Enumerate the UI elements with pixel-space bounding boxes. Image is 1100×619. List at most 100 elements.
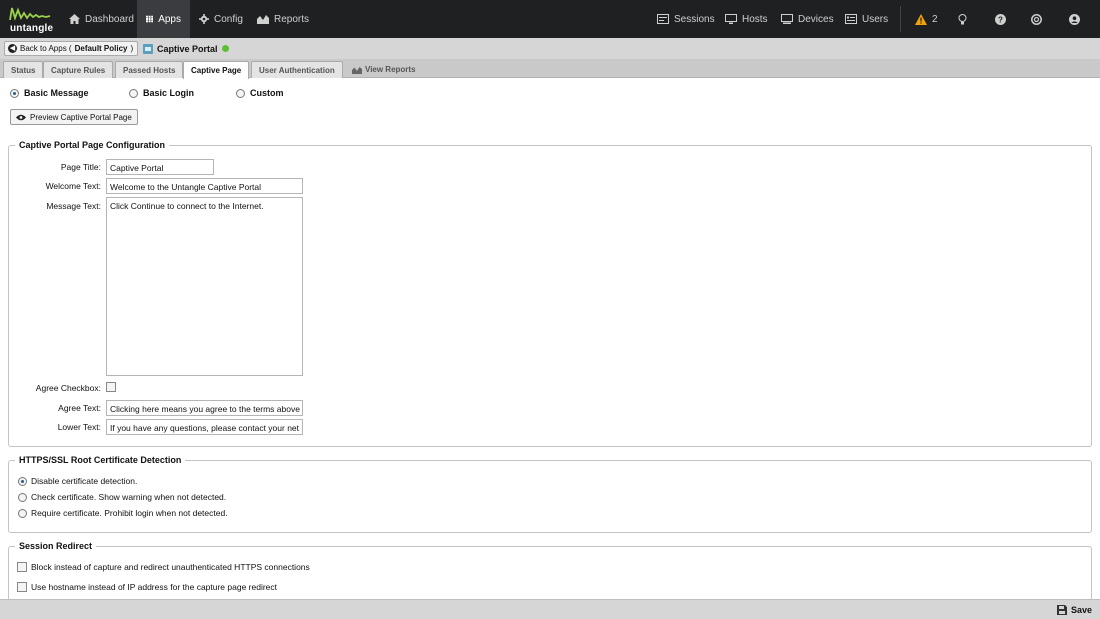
https-option-check[interactable]: Check certificate. Show warning when not… (18, 492, 226, 502)
captive-portal-app-icon (143, 43, 153, 54)
https-option-disable-radio[interactable] (18, 476, 27, 486)
redirect-block-label: Block instead of capture and redirect un… (31, 562, 310, 572)
tab-user-authentication[interactable]: User Authentication (251, 61, 343, 78)
area-chart-icon (257, 15, 269, 24)
tab-view-reports[interactable]: View Reports (345, 61, 423, 78)
nav-devices[interactable]: Devices (772, 0, 843, 38)
agree-text-label: Agree Text: (58, 403, 101, 413)
tab-captive-page-label: Captive Page (191, 66, 242, 75)
nav-sessions[interactable]: Sessions (648, 0, 724, 38)
message-text-label: Message Text: (46, 201, 101, 211)
https-detection-section: HTTPS/SSL Root Certificate Detection Dis… (8, 455, 1092, 533)
page-configuration-section: Captive Portal Page Configuration Page T… (8, 140, 1092, 447)
redirect-hostname-label: Use hostname instead of IP address for t… (31, 582, 278, 592)
gear-icon (199, 14, 209, 24)
mode-basic-message-label: Basic Message (24, 88, 89, 98)
nav-dashboard[interactable]: Dashboard (60, 0, 143, 38)
save-button[interactable]: Save (1056, 603, 1092, 617)
tab-passed-hosts-label: Passed Hosts (123, 65, 176, 75)
mode-custom[interactable]: Custom (236, 88, 284, 98)
alert-count: 2 (932, 13, 938, 25)
tab-passed-hosts[interactable]: Passed Hosts (115, 61, 184, 78)
captive-page-panel: Basic Message Basic Login Custom Preview… (0, 79, 1100, 599)
nav-divider (900, 6, 901, 32)
account-button[interactable] (1060, 0, 1089, 38)
nav-apps[interactable]: Apps (137, 0, 190, 38)
hosts-icon (725, 14, 737, 24)
redirect-hostname-option[interactable]: Use hostname instead of IP address for t… (17, 582, 277, 592)
tips-button[interactable] (949, 0, 976, 38)
logo-text: untangle (10, 23, 54, 34)
agree-text-input[interactable]: Clicking here means you agree to the ter… (106, 400, 303, 416)
nav-hosts[interactable]: Hosts (716, 0, 777, 38)
help-button[interactable]: ? (986, 0, 1015, 38)
back-prefix: Back to Apps ( (20, 44, 72, 53)
nav-dashboard-label: Dashboard (85, 13, 134, 25)
nav-hosts-label: Hosts (742, 13, 768, 25)
agree-checkbox-label: Agree Checkbox: (35, 383, 101, 393)
https-option-require-radio[interactable] (18, 508, 27, 518)
back-to-apps-button[interactable]: ◀ Back to Apps (Default Policy) (4, 41, 139, 56)
session-redirect-legend: Session Redirect (15, 541, 97, 551)
page-title-input[interactable]: Captive Portal (106, 159, 214, 175)
welcome-text-input[interactable]: Welcome to the Untangle Captive Portal (106, 178, 303, 194)
tab-status-label: Status (11, 65, 36, 75)
nav-users[interactable]: Users (836, 0, 897, 38)
support-button[interactable] (1022, 0, 1051, 38)
policy-name: Default Policy (74, 44, 128, 53)
tab-status[interactable]: Status (3, 61, 44, 78)
https-option-check-radio[interactable] (18, 492, 27, 502)
redirect-block-checkbox[interactable] (17, 562, 27, 572)
nav-apps-label: Apps (158, 13, 181, 25)
nav-devices-label: Devices (798, 13, 834, 25)
mode-basic-login[interactable]: Basic Login (129, 88, 194, 98)
mode-basic-message-radio[interactable] (10, 88, 19, 98)
mode-basic-message[interactable]: Basic Message (10, 88, 89, 98)
warning-icon (915, 13, 927, 25)
preview-button-label: Preview Captive Portal Page (30, 112, 132, 122)
tab-capture-rules[interactable]: Capture Rules (43, 61, 114, 78)
save-button-label: Save (1070, 605, 1092, 615)
devices-icon (781, 14, 793, 24)
svg-text:?: ? (998, 15, 1003, 24)
welcome-text-label: Welcome Text: (45, 181, 101, 191)
area-chart-icon (352, 66, 362, 74)
top-navigation-bar: untangle Dashboard Apps Config Reports S… (0, 0, 1100, 38)
tab-capture-rules-label: Capture Rules (51, 65, 106, 75)
mode-custom-radio[interactable] (236, 88, 245, 98)
redirect-block-option[interactable]: Block instead of capture and redirect un… (17, 562, 310, 572)
nav-reports-label: Reports (274, 13, 310, 25)
logo-wave-icon (9, 7, 51, 21)
bottom-toolbar: Save (0, 599, 1100, 619)
untangle-logo[interactable]: untangle (6, 4, 54, 34)
back-suffix: ) (130, 44, 134, 53)
mode-basic-login-radio[interactable] (129, 88, 138, 98)
https-option-disable[interactable]: Disable certificate detection. (18, 476, 137, 486)
tab-bar: Status Capture Rules Passed Hosts Captiv… (0, 59, 1100, 79)
https-option-require-label: Require certificate. Prohibit login when… (31, 508, 228, 518)
home-icon (69, 14, 80, 24)
https-option-disable-label: Disable certificate detection. (31, 476, 138, 486)
agree-checkbox[interactable] (106, 382, 116, 392)
nav-config-label: Config (214, 13, 243, 25)
grid-icon (146, 15, 154, 23)
tab-captive-page[interactable]: Captive Page (183, 61, 250, 79)
app-title-text: Captive Portal (157, 43, 218, 54)
message-text-textarea[interactable]: Click Continue to connect to the Interne… (106, 197, 303, 376)
nav-reports[interactable]: Reports (248, 0, 318, 38)
tab-view-reports-label: View Reports (365, 65, 416, 74)
redirect-hostname-checkbox[interactable] (17, 582, 27, 592)
floppy-disk-icon (1056, 605, 1067, 615)
breadcrumb-bar: ◀ Back to Apps (Default Policy) Captive … (0, 38, 1100, 59)
lightbulb-icon (958, 13, 967, 24)
session-redirect-section: Session Redirect Block instead of captur… (8, 541, 1092, 599)
mode-basic-login-label: Basic Login (143, 88, 195, 98)
user-circle-icon (1069, 13, 1080, 25)
preview-captive-portal-button[interactable]: Preview Captive Portal Page (10, 109, 138, 125)
nav-config[interactable]: Config (190, 0, 252, 38)
page-title-label: Page Title: (60, 162, 101, 172)
https-option-require[interactable]: Require certificate. Prohibit login when… (18, 508, 228, 518)
app-title: Captive Portal (143, 41, 229, 56)
alerts-button[interactable]: 2 (906, 0, 947, 38)
lower-text-input[interactable]: If you have any questions, please contac… (106, 419, 303, 435)
